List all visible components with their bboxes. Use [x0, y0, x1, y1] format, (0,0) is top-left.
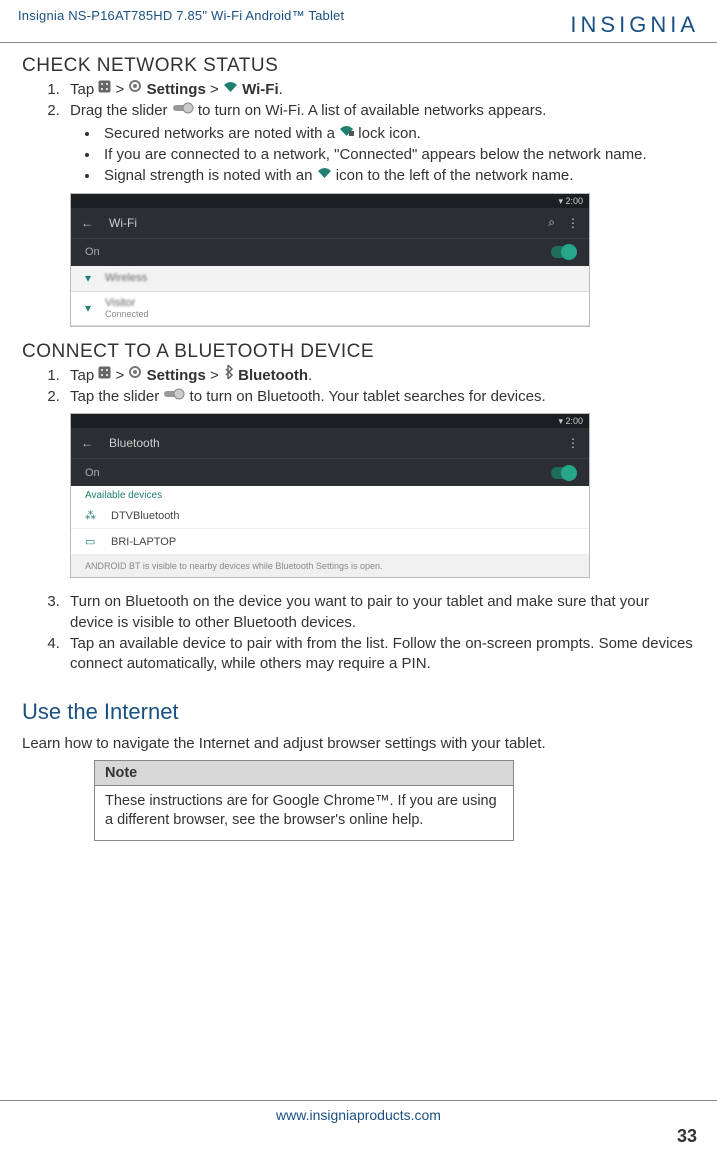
search-icon[interactable]: ⌕ — [548, 215, 555, 230]
bluetooth-icon: ⁂ — [85, 509, 97, 522]
app-bar: ← Bluetooth ⋮ — [71, 428, 589, 458]
list-item: Tap an available device to pair with fro… — [64, 634, 695, 675]
text: > — [111, 81, 128, 98]
on-label: On — [85, 246, 100, 258]
on-row: On — [71, 238, 589, 266]
section-title-internet: Use the Internet — [22, 699, 695, 725]
text: Signal strength is noted with an — [104, 167, 317, 184]
list-item: Tap the slider to turn on Bluetooth. You… — [64, 387, 695, 407]
text: to turn on Bluetooth. Your tablet search… — [185, 388, 545, 405]
available-header: Available devices — [71, 486, 589, 503]
wifi-icon: ▾ — [85, 271, 91, 285]
text: . — [308, 367, 312, 384]
page-content: CHECK NETWORK STATUS Tap > Settings > Wi… — [0, 43, 717, 841]
device-row[interactable]: ▭ BRI-LAPTOP — [71, 529, 589, 555]
text: Tap — [70, 367, 98, 384]
text: Secured networks are noted with a — [104, 125, 339, 142]
text: > — [206, 367, 223, 384]
settings-label: Settings — [147, 367, 206, 384]
bluetooth-steps-cont: Turn on Bluetooth on the device you want… — [22, 592, 695, 674]
bluetooth-steps: Tap > Settings > Bluetooth. Tap the slid… — [22, 366, 695, 408]
text: > — [111, 367, 128, 384]
wifi-signal-icon — [317, 165, 332, 185]
clock: 2:00 — [565, 416, 583, 426]
note-box: Note These instructions are for Google C… — [94, 760, 514, 841]
apps-icon — [98, 365, 111, 385]
footer-url: www.insigniaproducts.com — [276, 1107, 441, 1123]
list-item: Turn on Bluetooth on the device you want… — [64, 592, 695, 633]
device-row[interactable]: ⁂ DTVBluetooth — [71, 503, 589, 529]
on-row: On — [71, 458, 589, 486]
text: Tap the slider — [70, 388, 163, 405]
network-steps: Tap > Settings > Wi-Fi. Drag the slider … — [22, 80, 695, 187]
list-item: Secured networks are noted with a lock i… — [100, 124, 695, 144]
wifi-label: Wi-Fi — [242, 81, 279, 98]
text: icon to the left of the network name. — [332, 167, 574, 184]
bluetooth-screenshot: ▾ 2:00 ← Bluetooth ⋮ On Available device… — [70, 413, 590, 578]
clock: 2:00 — [565, 196, 583, 206]
laptop-icon: ▭ — [85, 535, 97, 548]
internet-lead: Learn how to navigate the Internet and a… — [22, 735, 695, 752]
network-row[interactable]: ▾ Wireless — [71, 266, 589, 292]
status-bar: ▾ 2:00 — [71, 414, 589, 428]
wifi-screenshot: ▾ 2:00 ← Wi-Fi ⌕ ⋮ On ▾ Wireless ▾ Visit… — [70, 193, 590, 327]
list-item: Tap > Settings > Bluetooth. — [64, 366, 695, 386]
list-item: Tap > Settings > Wi-Fi. — [64, 80, 695, 100]
section-title-network: CHECK NETWORK STATUS — [22, 55, 695, 77]
note-header: Note — [95, 761, 513, 786]
screen-title: Bluetooth — [109, 436, 567, 450]
on-label: On — [85, 467, 100, 479]
page-footer: www.insigniaproducts.com — [0, 1100, 717, 1123]
text: lock icon. — [354, 125, 421, 142]
list-item: Drag the slider to turn on Wi-Fi. A list… — [64, 101, 695, 186]
wifi-icon — [223, 79, 238, 99]
network-status: Connected — [105, 309, 149, 319]
text: > — [206, 81, 223, 98]
gear-icon — [128, 365, 142, 385]
settings-label: Settings — [147, 81, 206, 98]
visibility-note: ANDROID BT is visible to nearby devices … — [71, 555, 589, 577]
wifi-toggle[interactable] — [551, 246, 575, 258]
list-item: Signal strength is noted with an icon to… — [100, 166, 695, 186]
wifi-icon: ▾ — [85, 301, 91, 315]
screen-title: Wi-Fi — [109, 216, 548, 230]
bluetooth-toggle[interactable] — [551, 467, 575, 479]
menu-icon[interactable]: ⋮ — [567, 436, 579, 450]
network-row[interactable]: ▾ Visitor Connected — [71, 292, 589, 326]
apps-icon — [98, 79, 111, 99]
product-title: Insignia NS-P16AT785HD 7.85" Wi-Fi Andro… — [18, 8, 344, 23]
device-name: DTVBluetooth — [111, 510, 179, 522]
text: . — [279, 81, 283, 98]
list-item: If you are connected to a network, "Conn… — [100, 145, 695, 165]
gear-icon — [128, 79, 142, 99]
brand-logo: INSIGNIA — [570, 8, 699, 38]
text: Drag the slider — [70, 102, 172, 119]
sub-bullets: Secured networks are noted with a lock i… — [70, 124, 695, 187]
note-body: These instructions are for Google Chrome… — [95, 786, 513, 840]
page-header: Insignia NS-P16AT785HD 7.85" Wi-Fi Andro… — [0, 0, 717, 43]
device-name: BRI-LAPTOP — [111, 536, 176, 548]
bluetooth-icon — [223, 365, 234, 385]
wifi-lock-icon — [339, 123, 354, 143]
bluetooth-label: Bluetooth — [238, 367, 308, 384]
slider-icon — [172, 100, 194, 120]
section-title-bluetooth: CONNECT TO A BLUETOOTH DEVICE — [22, 341, 695, 363]
back-icon[interactable]: ← — [81, 436, 93, 450]
menu-icon[interactable]: ⋮ — [567, 216, 579, 230]
app-bar: ← Wi-Fi ⌕ ⋮ — [71, 208, 589, 238]
text: to turn on Wi-Fi. A list of available ne… — [194, 102, 547, 119]
network-name: Wireless — [105, 272, 147, 284]
back-icon[interactable]: ← — [81, 216, 93, 230]
slider-icon — [163, 386, 185, 406]
text: Tap — [70, 81, 98, 98]
status-bar: ▾ 2:00 — [71, 194, 589, 208]
network-name: Visitor — [105, 297, 149, 309]
page-number: 33 — [677, 1126, 697, 1147]
network-info: Visitor Connected — [105, 297, 149, 319]
